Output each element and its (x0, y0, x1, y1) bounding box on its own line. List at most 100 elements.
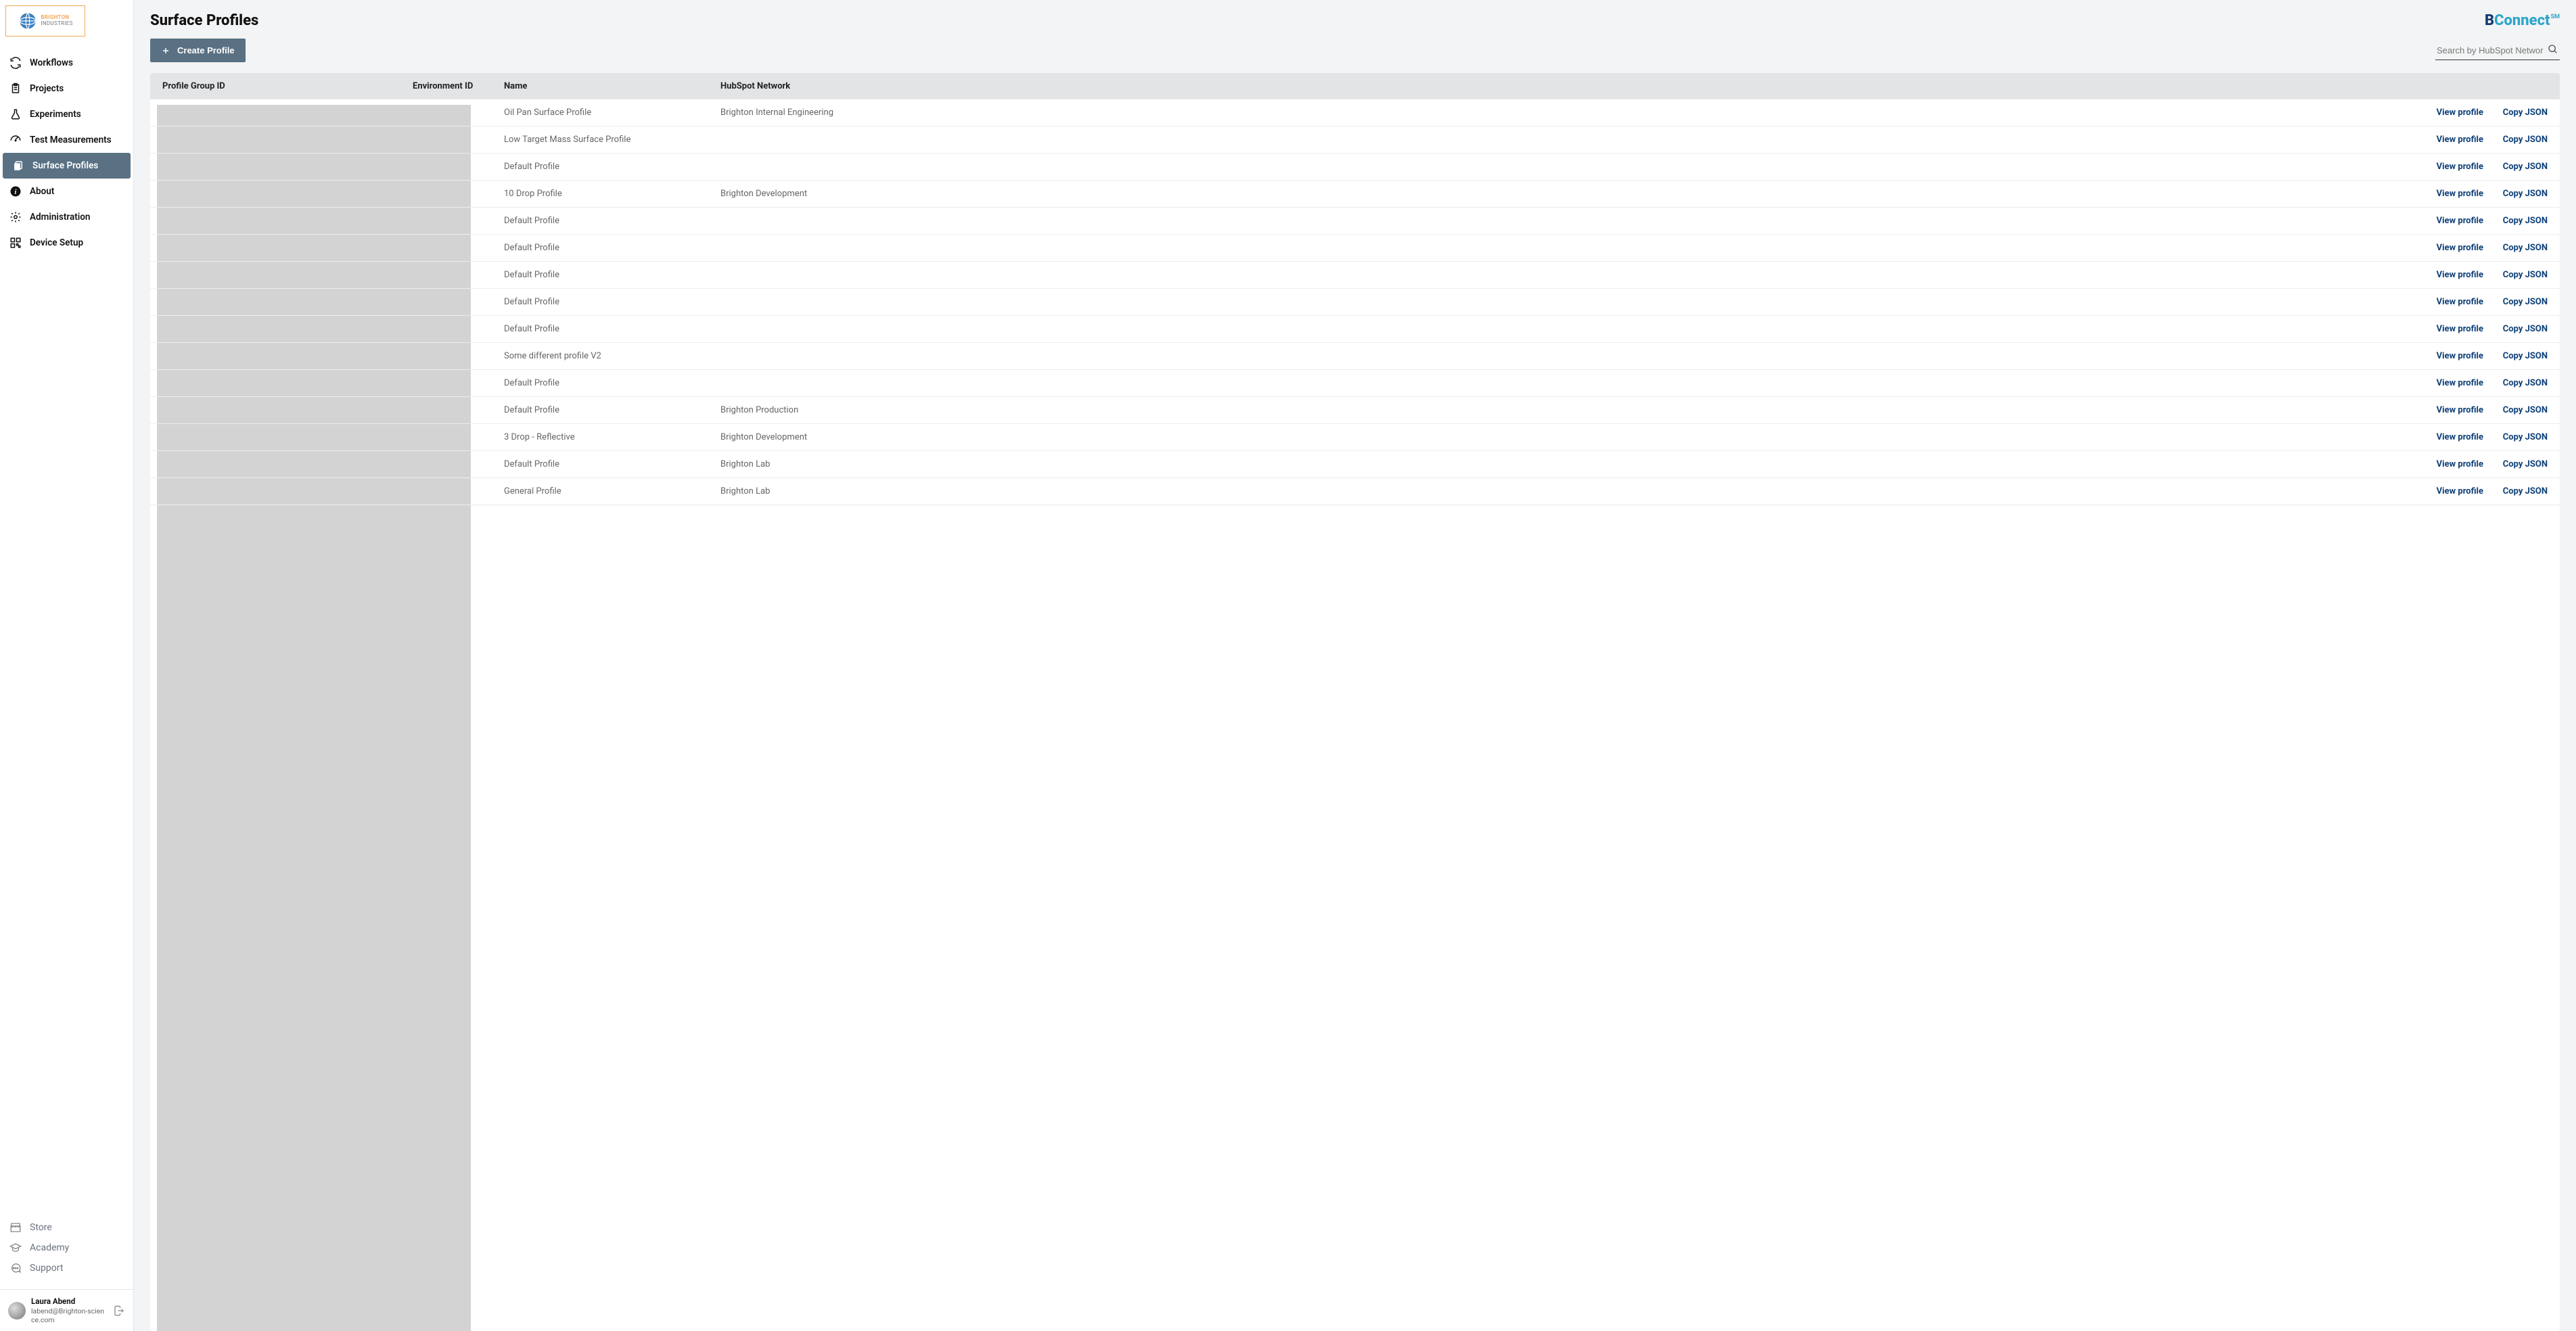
view-profile-link[interactable]: View profile (893, 405, 2483, 415)
copy-json-link[interactable]: Copy JSON (2483, 135, 2548, 145)
plus-icon (161, 46, 170, 55)
view-profile-link[interactable]: View profile (893, 162, 2483, 172)
row-name: Low Target Mass Surface Profile (504, 135, 720, 145)
copy-json-link[interactable]: Copy JSON (2483, 432, 2548, 442)
copy-json-link[interactable]: Copy JSON (2483, 459, 2548, 469)
row-name: Default Profile (504, 270, 720, 280)
copy-json-link[interactable]: Copy JSON (2483, 216, 2548, 226)
gauge-icon (9, 134, 22, 146)
view-profile-link[interactable]: View profile (893, 108, 2483, 118)
row-name: Default Profile (504, 324, 720, 334)
copy-json-link[interactable]: Copy JSON (2483, 297, 2548, 307)
copy-json-link[interactable]: Copy JSON (2483, 351, 2548, 361)
main-content: Surface Profiles BConnectSM Create Profi… (134, 0, 2576, 1331)
table-row: Some different profile V2 View profileCop… (150, 343, 2560, 370)
row-name: Default Profile (504, 243, 720, 253)
view-profile-link[interactable]: View profile (893, 351, 2483, 361)
copy-icon (12, 160, 24, 172)
sidebar-link-store[interactable]: Store (0, 1217, 133, 1238)
table-row: Default ProfileBrighton LabView profileC… (150, 451, 2560, 478)
view-profile-link[interactable]: View profile (893, 324, 2483, 334)
table-row: Oil Pan Surface ProfileBrighton Internal… (150, 99, 2560, 126)
copy-json-link[interactable]: Copy JSON (2483, 162, 2548, 172)
store-icon (9, 1221, 22, 1234)
row-name: Default Profile (504, 297, 720, 307)
sidebar-item-surface-profiles[interactable]: Surface Profiles (3, 153, 131, 179)
gear-icon (9, 211, 22, 223)
nav-label: Device Setup (30, 237, 83, 248)
search-input[interactable] (2435, 41, 2560, 60)
copy-json-link[interactable]: Copy JSON (2483, 405, 2548, 415)
copy-json-link[interactable]: Copy JSON (2483, 108, 2548, 118)
sidebar-bottom-links: Store Academy Support (0, 1212, 133, 1284)
create-button-label: Create Profile (177, 45, 235, 55)
row-name: Default Profile (504, 162, 720, 172)
view-profile-link[interactable]: View profile (893, 297, 2483, 307)
nav-label: Projects (30, 83, 64, 94)
avatar[interactable] (8, 1302, 26, 1320)
col-name[interactable]: Name (504, 81, 720, 91)
table-row: Default Profile View profileCopy JSON (150, 316, 2560, 343)
col-env[interactable]: Environment ID (413, 81, 504, 91)
sidebar-item-device-setup[interactable]: Device Setup (0, 230, 133, 256)
sidebar: BRIGHTON INDUSTRIES Workflows Projects E… (0, 0, 134, 1331)
row-name: Some different profile V2 (504, 351, 720, 361)
row-name: Default Profile (504, 216, 720, 226)
nav-label: Test Measurements (30, 135, 112, 145)
brand-logo: BConnectSM (2485, 12, 2560, 29)
copy-json-link[interactable]: Copy JSON (2483, 378, 2548, 388)
sidebar-item-about[interactable]: i About (0, 179, 133, 204)
chat-icon (9, 1262, 22, 1274)
row-name: Default Profile (504, 459, 720, 469)
nav-label: Experiments (30, 109, 81, 120)
col-group[interactable]: Profile Group ID (162, 81, 413, 91)
logout-icon[interactable] (113, 1305, 125, 1317)
user-box: Laura Abend labend@Brighton-science.com (0, 1290, 133, 1331)
sidebar-item-test-measurements[interactable]: Test Measurements (0, 127, 133, 153)
sidebar-item-administration[interactable]: Administration (0, 204, 133, 230)
view-profile-link[interactable]: View profile (893, 189, 2483, 199)
copy-json-link[interactable]: Copy JSON (2483, 486, 2548, 496)
bottom-link-label: Store (30, 1222, 52, 1233)
bottom-link-label: Support (30, 1263, 63, 1274)
table-row: Default Profile View profileCopy JSON (150, 154, 2560, 181)
view-profile-link[interactable]: View profile (893, 216, 2483, 226)
view-profile-link[interactable]: View profile (893, 486, 2483, 496)
table-body: Oil Pan Surface ProfileBrighton Internal… (150, 99, 2560, 1331)
academy-icon (9, 1242, 22, 1254)
view-profile-link[interactable]: View profile (893, 270, 2483, 280)
nav-label: Workflows (30, 57, 73, 68)
sidebar-item-projects[interactable]: Projects (0, 76, 133, 101)
copy-json-link[interactable]: Copy JSON (2483, 189, 2548, 199)
logo-text: BRIGHTON INDUSTRIES (41, 15, 72, 27)
sidebar-link-support[interactable]: Support (0, 1258, 133, 1278)
table-row: Default Profile View profileCopy JSON (150, 370, 2560, 397)
col-network[interactable]: HubSpot Network (720, 81, 893, 91)
sidebar-item-workflows[interactable]: Workflows (0, 50, 133, 76)
copy-json-link[interactable]: Copy JSON (2483, 324, 2548, 334)
row-name: Default Profile (504, 405, 720, 415)
sidebar-item-experiments[interactable]: Experiments (0, 101, 133, 127)
view-profile-link[interactable]: View profile (893, 459, 2483, 469)
table-row: Default Profile View profileCopy JSON (150, 235, 2560, 262)
view-profile-link[interactable]: View profile (893, 243, 2483, 253)
copy-json-link[interactable]: Copy JSON (2483, 243, 2548, 253)
globe-icon (18, 11, 38, 31)
clipboard-icon (9, 83, 22, 95)
row-name: General Profile (504, 486, 720, 496)
flask-icon (9, 108, 22, 120)
create-profile-button[interactable]: Create Profile (150, 39, 246, 62)
view-profile-link[interactable]: View profile (893, 432, 2483, 442)
view-profile-link[interactable]: View profile (893, 378, 2483, 388)
user-email: labend@Brighton-science.com (31, 1307, 108, 1324)
row-name: Default Profile (504, 378, 720, 388)
sync-icon (9, 57, 22, 69)
sidebar-link-academy[interactable]: Academy (0, 1238, 133, 1258)
row-network: Brighton Development (720, 432, 893, 442)
nav-label: Surface Profiles (32, 160, 98, 171)
nav-label: About (30, 186, 54, 197)
company-logo[interactable]: BRIGHTON INDUSTRIES (5, 5, 85, 37)
view-profile-link[interactable]: View profile (893, 135, 2483, 145)
copy-json-link[interactable]: Copy JSON (2483, 270, 2548, 280)
table-row: 10 Drop ProfileBrighton DevelopmentView … (150, 181, 2560, 208)
